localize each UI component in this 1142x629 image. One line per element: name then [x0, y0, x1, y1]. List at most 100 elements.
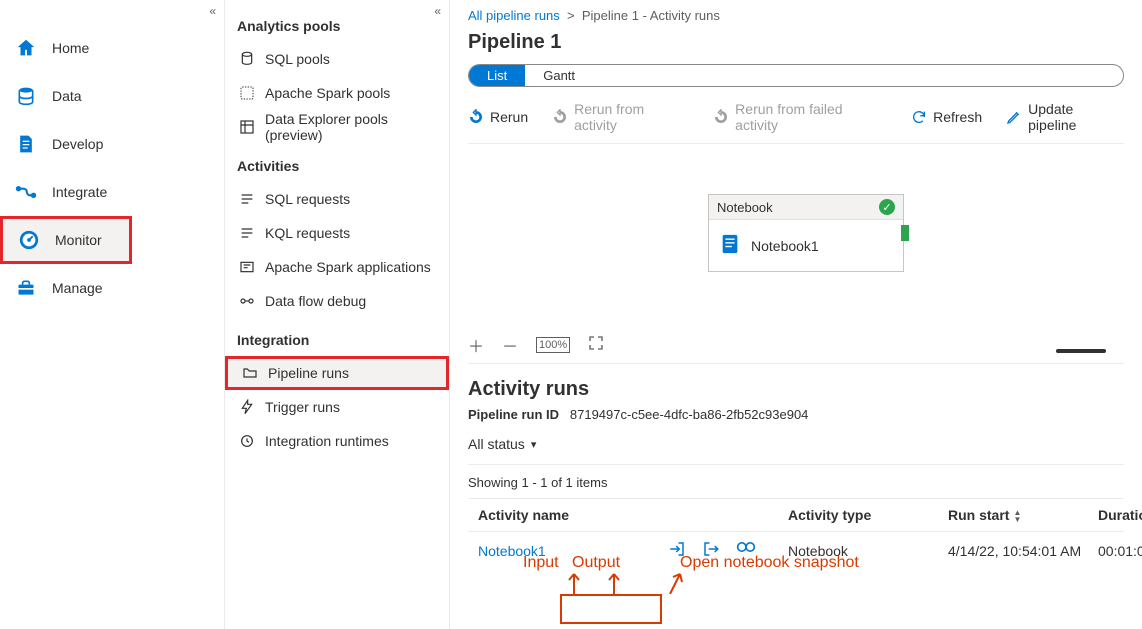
- view-gantt[interactable]: Gantt: [525, 65, 593, 86]
- notebook-icon: [719, 232, 741, 259]
- rerun-button[interactable]: Rerun: [468, 109, 528, 125]
- subnav-label: Data flow debug: [265, 293, 366, 309]
- fit-screen-icon[interactable]: [588, 335, 604, 356]
- grid-header: Activity name Activity type Run start▲▼ …: [468, 499, 1124, 532]
- table-row: Notebook1 Notebook 4/14/22, 10:54:01 AM …: [468, 532, 1124, 569]
- subnav-pipeline-runs[interactable]: Pipeline runs: [225, 356, 449, 390]
- page-title: Pipeline 1: [468, 31, 1124, 54]
- canvas[interactable]: Notebook ✓ Notebook1 ＋ － 100%: [468, 144, 1124, 364]
- rerun-failed-icon: [713, 109, 729, 125]
- canvas-node-notebook[interactable]: Notebook ✓ Notebook1: [708, 194, 904, 272]
- pipeline-run-id-label: Pipeline run ID: [468, 407, 559, 422]
- rerun-failed-label: Rerun from failed activity: [735, 101, 887, 133]
- nav-home[interactable]: Home: [0, 24, 224, 72]
- nav-data-label: Data: [52, 88, 82, 104]
- col-run-start[interactable]: Run start▲▼: [948, 507, 1098, 523]
- duration-cell: 00:01:04: [1098, 543, 1142, 559]
- toolbar: Rerun Rerun from activity Rerun from fai…: [468, 97, 1124, 144]
- subnav-sql-requests[interactable]: SQL requests: [225, 182, 449, 216]
- subnav-label: KQL requests: [265, 225, 350, 241]
- subnav-label: Pipeline runs: [268, 365, 349, 381]
- activity-type-cell: Notebook: [788, 543, 948, 559]
- status-filter-label: All status: [468, 436, 525, 452]
- col-activity-name[interactable]: Activity name: [478, 507, 668, 523]
- pipeline-run-icon: [240, 365, 260, 381]
- spark-icon: [237, 85, 257, 101]
- refresh-icon: [911, 109, 927, 125]
- nav-monitor-label: Monitor: [55, 232, 102, 248]
- monitor-subnav: « Analytics pools SQL pools Apache Spark…: [225, 0, 450, 629]
- activity-name-link[interactable]: Notebook1: [478, 543, 668, 559]
- section-activities: Activities: [225, 144, 449, 182]
- rerun-activity-icon: [552, 109, 568, 125]
- success-badge-icon: ✓: [879, 199, 895, 215]
- subnav-label: Trigger runs: [265, 399, 340, 415]
- node-header: Notebook ✓: [709, 195, 903, 220]
- subnav-sql-pools[interactable]: SQL pools: [225, 42, 449, 76]
- subnav-label: Integration runtimes: [265, 433, 389, 449]
- subnav-trigger-runs[interactable]: Trigger runs: [225, 390, 449, 424]
- subnav-dataflow-debug[interactable]: Data flow debug: [225, 284, 449, 318]
- breadcrumb: All pipeline runs > Pipeline 1 - Activit…: [468, 6, 1124, 31]
- list-icon: [237, 225, 257, 241]
- output-icon[interactable]: [702, 540, 720, 561]
- node-output-handle[interactable]: [901, 225, 909, 241]
- refresh-label: Refresh: [933, 109, 982, 125]
- left-rail: « Home Data Develop Integrate: [0, 0, 225, 629]
- subnav-kql-requests[interactable]: KQL requests: [225, 216, 449, 250]
- nav-monitor[interactable]: Monitor: [0, 216, 132, 264]
- spark-app-icon: [237, 259, 257, 275]
- subnav-integration-runtimes[interactable]: Integration runtimes: [225, 424, 449, 458]
- chevron-down-icon: ▾: [531, 438, 537, 451]
- subnav-label: SQL pools: [265, 51, 330, 67]
- status-filter[interactable]: All status ▾: [468, 436, 1124, 452]
- update-pipeline-label: Update pipeline: [1028, 101, 1124, 133]
- subnav-spark-apps[interactable]: Apache Spark applications: [225, 250, 449, 284]
- collapse-panel2-icon[interactable]: «: [434, 4, 441, 18]
- subnav-label: Apache Spark pools: [265, 85, 390, 101]
- view-toggle: List Gantt: [468, 64, 1124, 87]
- activity-runs-title: Activity runs: [468, 378, 1124, 401]
- rerun-activity-label: Rerun from activity: [574, 101, 689, 133]
- trigger-icon: [237, 399, 257, 415]
- col-activity-type[interactable]: Activity type: [788, 507, 948, 523]
- subnav-label: Apache Spark applications: [265, 259, 431, 275]
- refresh-button[interactable]: Refresh: [911, 109, 982, 125]
- breadcrumb-root[interactable]: All pipeline runs: [468, 8, 560, 23]
- resize-handle[interactable]: [1056, 349, 1106, 353]
- nav-manage-label: Manage: [52, 280, 103, 296]
- nav-data[interactable]: Data: [0, 72, 224, 120]
- nav-manage[interactable]: Manage: [0, 264, 224, 312]
- run-start-cell: 4/14/22, 10:54:01 AM: [948, 543, 1098, 559]
- gauge-icon: [17, 228, 41, 252]
- toolbox-icon: [14, 276, 38, 300]
- activity-grid: Activity name Activity type Run start▲▼ …: [468, 498, 1124, 569]
- section-integration: Integration: [225, 318, 449, 356]
- rerun-failed-button: Rerun from failed activity: [713, 101, 887, 133]
- collapse-left-icon[interactable]: «: [209, 4, 216, 18]
- rerun-activity-button: Rerun from activity: [552, 101, 689, 133]
- open-snapshot-icon[interactable]: [736, 540, 756, 561]
- flow-icon: [237, 293, 257, 309]
- subnav-kusto-pools[interactable]: Data Explorer pools (preview): [225, 110, 449, 144]
- zoom-in-icon[interactable]: ＋: [468, 333, 484, 357]
- subnav-spark-pools[interactable]: Apache Spark pools: [225, 76, 449, 110]
- runtime-icon: [237, 433, 257, 449]
- update-pipeline-button[interactable]: Update pipeline: [1006, 101, 1124, 133]
- explorer-icon: [237, 119, 257, 135]
- list-icon: [237, 191, 257, 207]
- sort-icon: ▲▼: [1013, 509, 1021, 523]
- nav-integrate[interactable]: Integrate: [0, 168, 224, 216]
- main-content: All pipeline runs > Pipeline 1 - Activit…: [450, 0, 1142, 629]
- col-duration[interactable]: Duration: [1098, 507, 1142, 523]
- zoom-reset-icon[interactable]: 100%: [536, 337, 570, 353]
- input-icon[interactable]: [668, 540, 686, 561]
- subnav-label: Data Explorer pools (preview): [265, 111, 449, 143]
- subnav-label: SQL requests: [265, 191, 350, 207]
- nav-develop[interactable]: Develop: [0, 120, 224, 168]
- sql-pool-icon: [237, 51, 257, 67]
- rerun-label: Rerun: [490, 109, 528, 125]
- document-icon: [14, 132, 38, 156]
- zoom-out-icon[interactable]: －: [502, 333, 518, 357]
- view-list[interactable]: List: [469, 65, 525, 86]
